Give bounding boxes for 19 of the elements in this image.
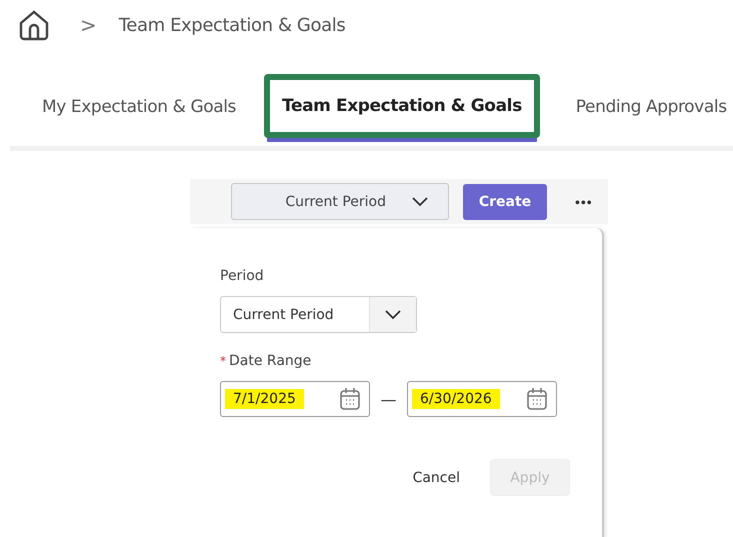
chevron-down-icon (412, 196, 428, 206)
range-separator: — (380, 390, 398, 408)
calendar-icon[interactable] (526, 387, 548, 411)
breadcrumb-separator: > (80, 13, 97, 37)
period-label: Period (220, 268, 265, 284)
home-icon[interactable] (18, 9, 50, 41)
breadcrumb-current: Team Expectation & Goals (118, 14, 346, 36)
calendar-icon[interactable] (339, 387, 361, 411)
period-select[interactable]: Current Period (220, 296, 417, 333)
chevron-down-icon (385, 310, 401, 320)
date-range-label: Date Range (229, 353, 312, 369)
period-dropdown[interactable]: Current Period (231, 183, 449, 220)
create-button[interactable]: Create (463, 184, 547, 220)
more-button[interactable]: ••• (569, 192, 599, 210)
date-field[interactable]: 7/1/2025 (220, 381, 370, 417)
required-mark: * (220, 354, 226, 368)
tab[interactable]: Team Expectation & Goals (264, 74, 540, 138)
date-field[interactable]: 6/30/2026 (407, 381, 557, 417)
cancel-button[interactable]: Cancel (406, 468, 466, 486)
